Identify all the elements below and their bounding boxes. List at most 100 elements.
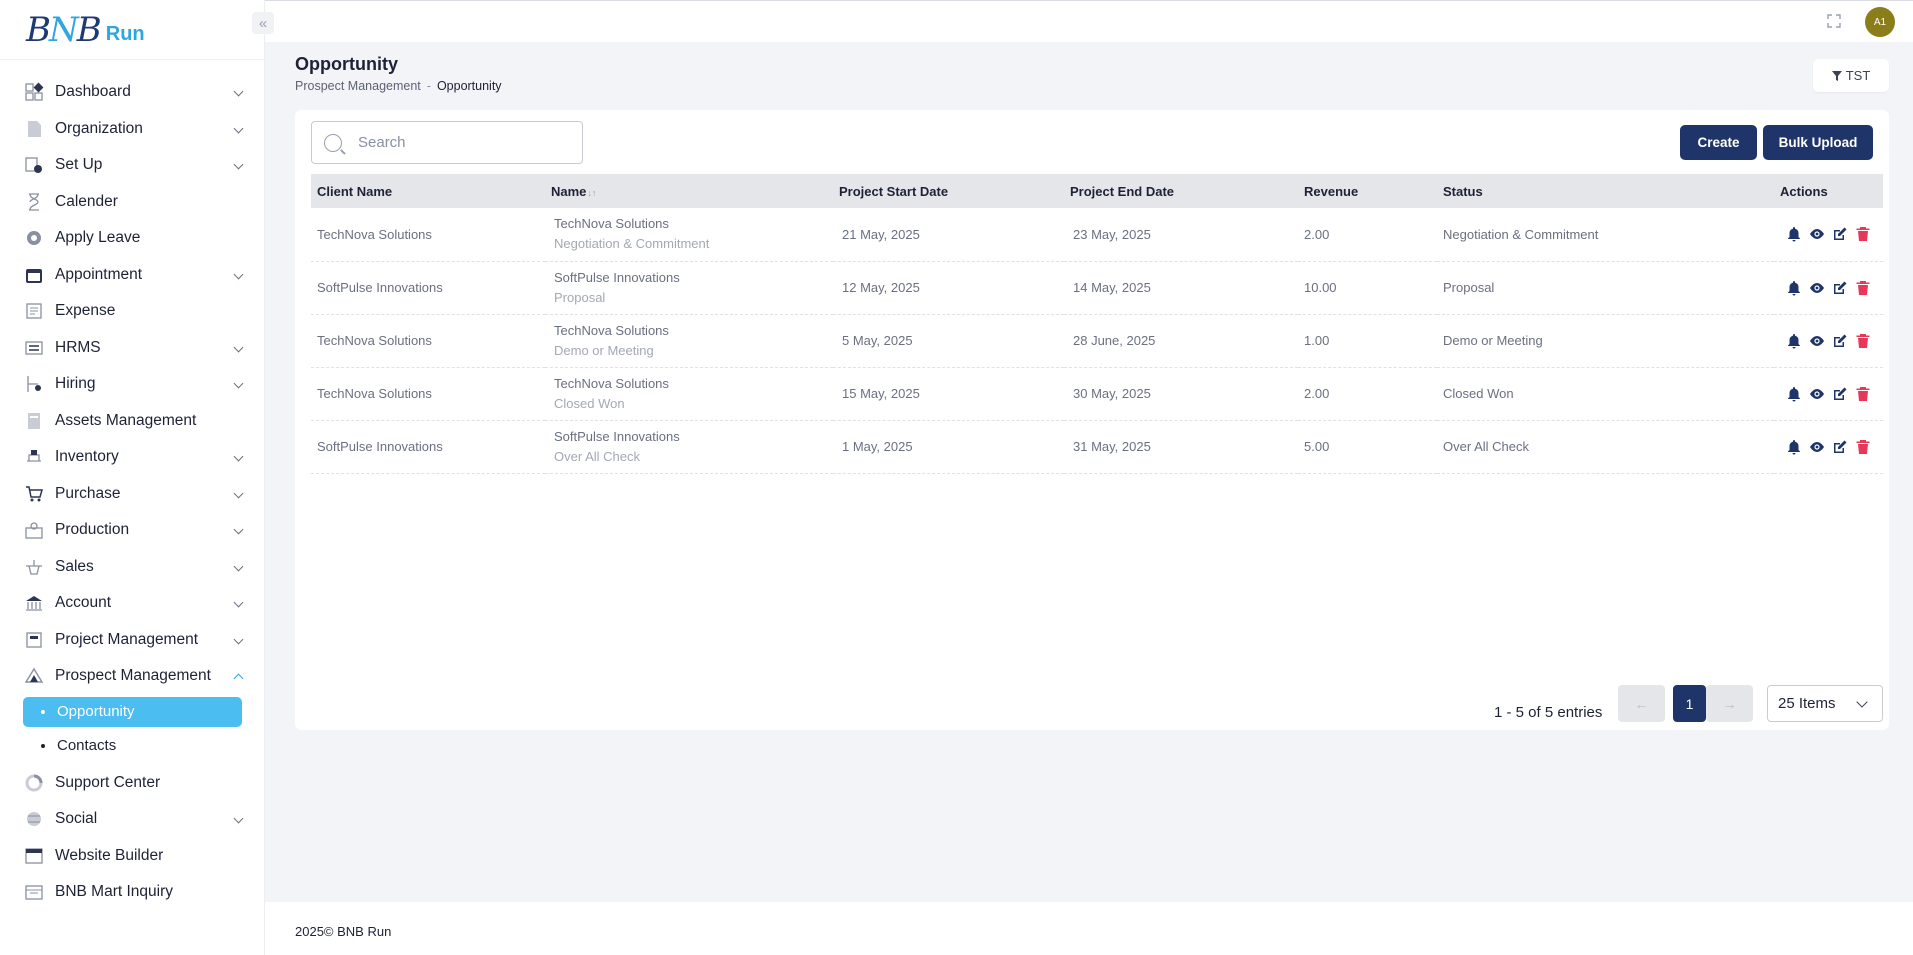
bulk-upload-button[interactable]: Bulk Upload bbox=[1763, 125, 1873, 160]
bell-icon[interactable] bbox=[1786, 226, 1802, 242]
header-status[interactable]: Status bbox=[1437, 174, 1774, 208]
sidebar-item-purchase[interactable]: Purchase bbox=[0, 476, 264, 513]
eye-icon[interactable] bbox=[1809, 280, 1825, 296]
cell-end-date: 31 May, 2025 bbox=[1064, 420, 1298, 474]
edit-icon[interactable] bbox=[1832, 333, 1848, 349]
breadcrumb-separator: - bbox=[426, 79, 431, 93]
header-start-date[interactable]: Project Start Date bbox=[833, 174, 1064, 208]
cell-revenue: 2.00 bbox=[1298, 208, 1437, 262]
delete-icon[interactable] bbox=[1855, 333, 1871, 349]
cell-name: TechNova Solutions Negotiation & Commitme… bbox=[545, 208, 833, 262]
sidebar-item-production[interactable]: Production bbox=[0, 512, 264, 549]
sidebar-item-sales[interactable]: Sales bbox=[0, 549, 264, 586]
filter-button[interactable]: TST bbox=[1813, 59, 1889, 92]
sidebar-item-label: Prospect Management bbox=[55, 667, 211, 685]
cell-revenue: 1.00 bbox=[1298, 314, 1437, 368]
edit-icon[interactable] bbox=[1832, 226, 1848, 242]
sidebar-item-assets-management[interactable]: Assets Management bbox=[0, 403, 264, 440]
cell-client-name: TechNova Solutions bbox=[311, 367, 545, 421]
eye-icon[interactable] bbox=[1809, 226, 1825, 242]
sidebar-item-label: Sales bbox=[55, 557, 94, 575]
sidebar-item-expense[interactable]: Expense bbox=[0, 293, 264, 330]
delete-icon[interactable] bbox=[1855, 439, 1871, 455]
avatar[interactable]: A1 bbox=[1865, 7, 1895, 37]
sidebar-item-inventory[interactable]: Inventory bbox=[0, 439, 264, 476]
header-name[interactable]: Name↓↑ bbox=[545, 174, 833, 208]
table-row[interactable]: TechNova Solutions TechNova Solutions Nego… bbox=[311, 208, 1883, 262]
bell-icon[interactable] bbox=[1786, 439, 1802, 455]
table-row[interactable]: SoftPulse Innovations SoftPulse Innovatio… bbox=[311, 420, 1883, 474]
sidebar-item-apply-leave[interactable]: Apply Leave bbox=[0, 220, 264, 257]
collapse-sidebar-icon[interactable]: « bbox=[252, 12, 274, 34]
edit-icon[interactable] bbox=[1832, 386, 1848, 402]
sidebar-item-prospect-management[interactable]: Prospect Management bbox=[0, 658, 264, 695]
sidebar-item-organization[interactable]: Organization bbox=[0, 111, 264, 148]
sidebar-item-account[interactable]: Account bbox=[0, 585, 264, 622]
table-row[interactable]: TechNova Solutions TechNova Solutions Clos… bbox=[311, 367, 1883, 421]
sidebar-item-label: Social bbox=[55, 810, 98, 828]
sidebar-item-label: Website Builder bbox=[55, 846, 164, 864]
search-icon bbox=[324, 133, 342, 152]
sort-icon[interactable]: ↓↑ bbox=[587, 188, 596, 198]
create-button[interactable]: Create bbox=[1680, 125, 1757, 160]
edit-icon[interactable] bbox=[1832, 439, 1848, 455]
sales-icon bbox=[24, 557, 44, 577]
eye-icon[interactable] bbox=[1809, 333, 1825, 349]
delete-icon[interactable] bbox=[1855, 226, 1871, 242]
search-input[interactable] bbox=[358, 134, 558, 151]
sidebar-item-hrms[interactable]: HRMS bbox=[0, 330, 264, 367]
fullscreen-icon[interactable] bbox=[1827, 14, 1841, 28]
header-client-name[interactable]: Client Name bbox=[311, 174, 545, 208]
sidebar-subitem-contacts[interactable]: Contacts bbox=[23, 731, 242, 761]
sidebar-item-calender[interactable]: Calender bbox=[0, 184, 264, 221]
bell-icon[interactable] bbox=[1786, 280, 1802, 296]
sidebar-item-set-up[interactable]: Set Up bbox=[0, 147, 264, 184]
sidebar-item-dashboard[interactable]: Dashboard bbox=[0, 74, 264, 111]
sidebar-item-appointment[interactable]: Appointment bbox=[0, 257, 264, 294]
prev-page-button[interactable]: ← bbox=[1618, 685, 1665, 722]
logo-mark: BNB bbox=[26, 9, 102, 50]
items-per-page-select[interactable]: 25 Items bbox=[1767, 685, 1883, 722]
cell-start-date: 21 May, 2025 bbox=[833, 208, 1064, 262]
support-icon bbox=[24, 773, 44, 793]
sidebar-item-label: Organization bbox=[55, 119, 143, 137]
cell-name-stage: Closed Won bbox=[554, 395, 625, 411]
chevron-down-icon bbox=[233, 123, 244, 133]
edit-icon[interactable] bbox=[1832, 280, 1848, 296]
next-page-button[interactable]: → bbox=[1706, 685, 1753, 722]
sidebar-subitem-opportunity[interactable]: Opportunity bbox=[23, 696, 242, 727]
delete-icon[interactable] bbox=[1855, 386, 1871, 402]
cell-end-date: 23 May, 2025 bbox=[1064, 208, 1298, 262]
sidebar-item-label: Appointment bbox=[55, 265, 143, 283]
cell-name-title: TechNova Solutions bbox=[554, 216, 669, 232]
sidebar-subitem-label: Opportunity bbox=[57, 703, 135, 720]
header-actions: Actions bbox=[1774, 174, 1883, 208]
calendar-icon bbox=[24, 265, 44, 285]
breadcrumb: Prospect Management - Opportunity bbox=[295, 79, 502, 93]
eye-icon[interactable] bbox=[1809, 386, 1825, 402]
breadcrumb-item-prospect[interactable]: Prospect Management bbox=[295, 79, 421, 93]
eye-icon[interactable] bbox=[1809, 439, 1825, 455]
sidebar-item-social[interactable]: Social bbox=[0, 801, 264, 838]
page-1-button[interactable]: 1 bbox=[1673, 685, 1706, 722]
brand-logo[interactable]: BNB Run bbox=[0, 0, 264, 60]
sidebar-item-bnb-mart-inquiry[interactable]: BNB Mart Inquiry bbox=[0, 874, 264, 911]
social-icon bbox=[24, 809, 44, 829]
table-row[interactable]: SoftPulse Innovations SoftPulse Innovatio… bbox=[311, 261, 1883, 315]
header-name-label: Name bbox=[551, 183, 587, 199]
sidebar-item-hiring[interactable]: Hiring bbox=[0, 366, 264, 403]
header-revenue[interactable]: Revenue bbox=[1298, 174, 1437, 208]
cell-actions bbox=[1774, 420, 1883, 474]
sidebar-item-project-management[interactable]: Project Management bbox=[0, 622, 264, 659]
search-box[interactable] bbox=[311, 121, 583, 164]
cell-name-stage: Proposal bbox=[554, 289, 606, 305]
table-row[interactable]: TechNova Solutions TechNova Solutions Demo… bbox=[311, 314, 1883, 368]
sidebar-item-support-center[interactable]: Support Center bbox=[0, 765, 264, 802]
header-end-date[interactable]: Project End Date bbox=[1064, 174, 1298, 208]
mart-icon bbox=[24, 882, 44, 902]
bell-icon[interactable] bbox=[1786, 386, 1802, 402]
bell-icon[interactable] bbox=[1786, 333, 1802, 349]
cell-start-date: 5 May, 2025 bbox=[833, 314, 1064, 368]
sidebar-item-website-builder[interactable]: Website Builder bbox=[0, 838, 264, 875]
delete-icon[interactable] bbox=[1855, 280, 1871, 296]
